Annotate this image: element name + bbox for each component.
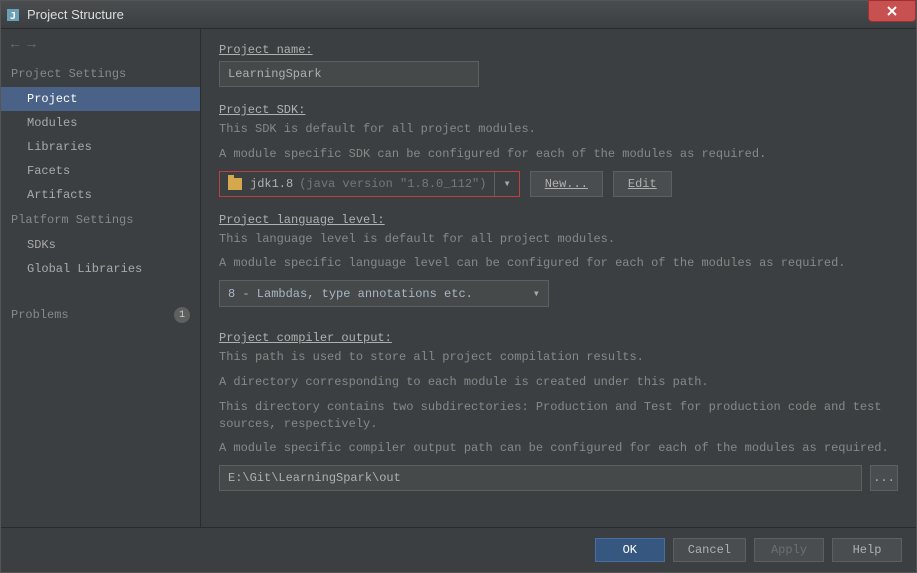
dialog-window: J Project Structure ← → Project Settings… <box>0 0 917 573</box>
project-name-input[interactable]: LearningSpark <box>219 61 479 87</box>
cancel-button[interactable]: Cancel <box>673 538 746 562</box>
sdk-desc-2: A module specific SDK can be configured … <box>219 146 898 163</box>
window-title: Project Structure <box>27 7 124 22</box>
sidebar-item-libraries[interactable]: Libraries <box>1 135 200 159</box>
lang-desc-2: A module specific language level can be … <box>219 255 898 272</box>
forward-icon[interactable]: → <box>27 37 35 53</box>
project-sdk-label: Project SDK: <box>219 103 898 117</box>
sidebar-header-project-settings: Project Settings <box>1 61 200 87</box>
help-button[interactable]: Help <box>832 538 902 562</box>
new-sdk-button[interactable]: New... <box>530 171 603 197</box>
sidebar-item-problems[interactable]: Problems 1 <box>1 301 200 329</box>
sidebar-item-facets[interactable]: Facets <box>1 159 200 183</box>
language-level-label: Project language level: <box>219 213 898 227</box>
chevron-down-icon: ▾ <box>533 286 540 301</box>
sidebar-item-artifacts[interactable]: Artifacts <box>1 183 200 207</box>
sidebar-item-project[interactable]: Project <box>1 87 200 111</box>
sidebar: ← → Project Settings Project Modules Lib… <box>1 29 201 527</box>
problems-label: Problems <box>11 308 69 322</box>
chevron-down-icon: ▾ <box>495 176 518 191</box>
app-icon: J <box>5 7 21 23</box>
sdk-dropdown[interactable]: jdk1.8 (java version "1.8.0_112") ▾ <box>219 171 520 197</box>
out-desc-2: A directory corresponding to each module… <box>219 374 898 391</box>
titlebar[interactable]: J Project Structure <box>1 1 916 29</box>
main-panel: Project name: LearningSpark Project SDK:… <box>201 29 916 527</box>
folder-icon <box>228 178 242 190</box>
dialog-footer: OK Cancel Apply Help <box>1 527 916 572</box>
sidebar-item-modules[interactable]: Modules <box>1 111 200 135</box>
close-button[interactable] <box>868 0 916 22</box>
out-desc-1: This path is used to store all project c… <box>219 349 898 366</box>
sdk-desc-1: This SDK is default for all project modu… <box>219 121 898 138</box>
compiler-output-input[interactable]: E:\Git\LearningSpark\out <box>219 465 862 491</box>
sidebar-item-sdks[interactable]: SDKs <box>1 233 200 257</box>
apply-button[interactable]: Apply <box>754 538 824 562</box>
sidebar-header-platform-settings: Platform Settings <box>1 207 200 233</box>
ok-button[interactable]: OK <box>595 538 665 562</box>
svg-text:J: J <box>10 11 16 22</box>
sdk-name: jdk1.8 <box>250 177 293 191</box>
browse-button[interactable]: ... <box>870 465 898 491</box>
problems-badge: 1 <box>174 307 190 323</box>
edit-sdk-button[interactable]: Edit <box>613 171 672 197</box>
lang-desc-1: This language level is default for all p… <box>219 231 898 248</box>
out-desc-3: This directory contains two subdirectori… <box>219 399 898 433</box>
back-icon[interactable]: ← <box>11 37 19 53</box>
compiler-output-label: Project compiler output: <box>219 331 898 345</box>
language-level-dropdown[interactable]: 8 - Lambdas, type annotations etc. ▾ <box>219 280 549 307</box>
language-level-value: 8 - Lambdas, type annotations etc. <box>228 287 473 301</box>
out-desc-4: A module specific compiler output path c… <box>219 440 898 457</box>
sdk-version: (java version "1.8.0_112") <box>299 177 486 191</box>
project-name-label: Project name: <box>219 43 898 57</box>
sidebar-item-global-libraries[interactable]: Global Libraries <box>1 257 200 281</box>
